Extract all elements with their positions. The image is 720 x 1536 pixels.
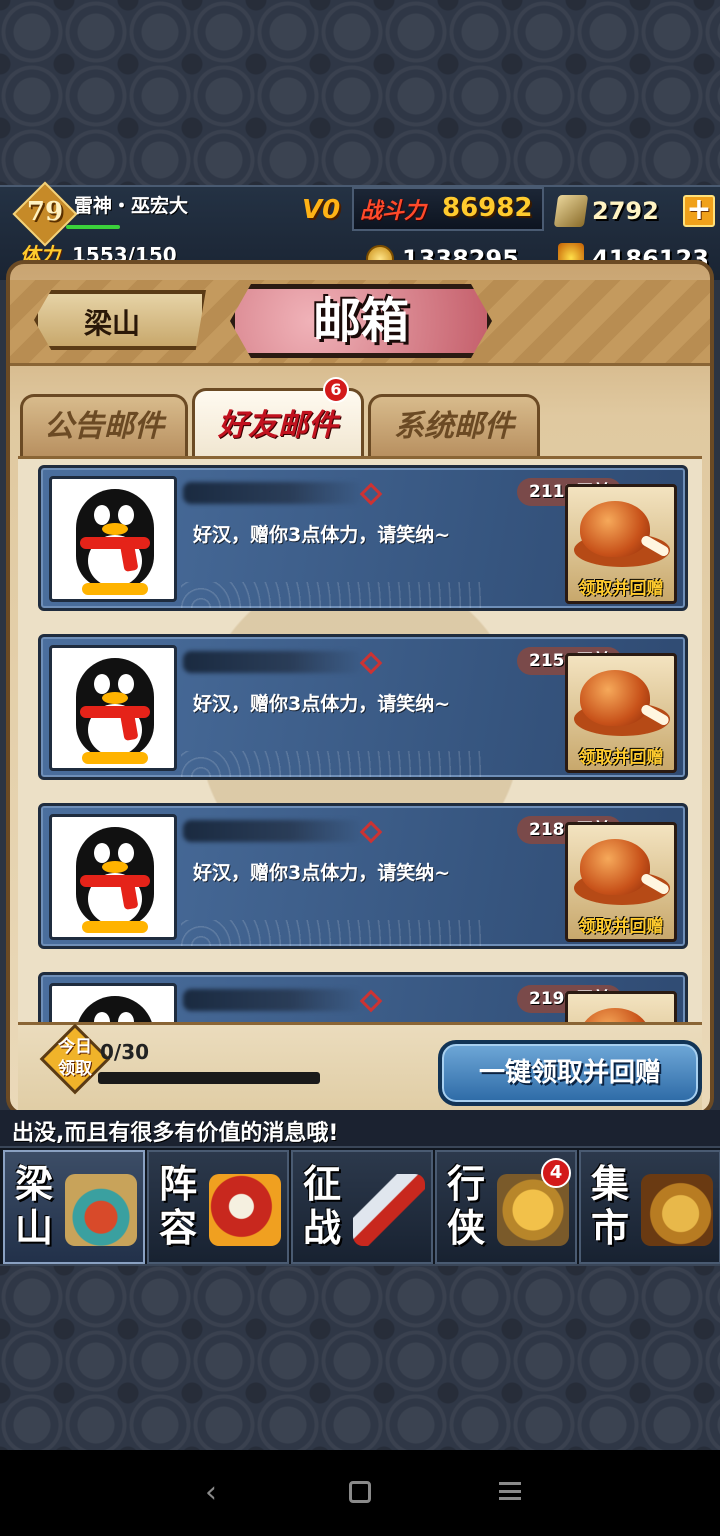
- mail-item[interactable]: 好汉，赠你3点体力，请笑纳~ 2115天前 领取并回赠: [38, 465, 688, 611]
- sword-icon: [353, 1174, 425, 1246]
- claim-all-button[interactable]: 一键领取并回赠: [438, 1040, 702, 1106]
- nav-adventure[interactable]: 行侠 4: [435, 1150, 577, 1264]
- system-back-icon[interactable]: ‹: [198, 1478, 224, 1508]
- system-menu-icon[interactable]: [499, 1482, 521, 1500]
- money-bag-icon: [641, 1174, 713, 1246]
- daily-claim-progress: [98, 1072, 320, 1084]
- back-button-label[interactable]: 梁山: [84, 302, 140, 342]
- nav-liangshan[interactable]: 梁山: [3, 1150, 145, 1264]
- page-title: 邮箱: [312, 293, 409, 349]
- meat-icon: [580, 1008, 650, 1022]
- combat-power-label: 战斗力: [360, 199, 427, 224]
- claim-and-return-button[interactable]: 领取并回赠: [565, 653, 677, 773]
- recharge-button[interactable]: +: [683, 195, 715, 227]
- nav-lineup[interactable]: 阵容: [147, 1150, 289, 1264]
- wave-decoration: [181, 751, 481, 777]
- player-name[interactable]: 雷神・巫宏大: [74, 191, 188, 218]
- gender-icon: [359, 651, 383, 675]
- meat-icon: [580, 501, 650, 557]
- castle-icon: [65, 1174, 137, 1246]
- mail-message: 好汉，赠你3点体力，请笑纳~: [193, 524, 451, 546]
- gem-count: 2792: [592, 197, 659, 225]
- meat-icon: [580, 839, 650, 895]
- nav-battle[interactable]: 征战: [291, 1150, 433, 1264]
- combat-power-panel: 战斗力 86982: [352, 187, 544, 231]
- claim-and-return-button[interactable]: [565, 991, 677, 1022]
- sender-name-redacted: [183, 482, 363, 504]
- tab-friend-mail[interactable]: 好友邮件 6: [192, 377, 364, 460]
- sender-avatar[interactable]: [49, 814, 177, 940]
- mail-list[interactable]: 好汉，赠你3点体力，请笑纳~ 2115天前 领取并回赠 好汉，赠你3点体力，请笑…: [18, 456, 702, 1022]
- mail-item[interactable]: 好汉，赠你3点体力，请笑纳~ 2186天前 领取并回赠: [38, 803, 688, 949]
- mail-item[interactable]: 好汉，赠你3点体力，请笑纳~ 2152天前 领取并回赠: [38, 634, 688, 780]
- sender-avatar[interactable]: [49, 476, 177, 602]
- nav-label: 行侠: [447, 1162, 486, 1250]
- tab-announcement-mail[interactable]: 公告邮件: [20, 394, 188, 456]
- sender-name-redacted: [183, 651, 363, 673]
- mail-message: 好汉，赠你3点体力，请笑纳~: [193, 862, 451, 884]
- gender-icon: [359, 989, 383, 1013]
- system-navigation-bar: ‹: [0, 1450, 720, 1536]
- wave-decoration: [181, 920, 481, 946]
- nav-label: 阵容: [159, 1162, 198, 1250]
- sender-name-redacted: [183, 989, 363, 1011]
- sender-avatar[interactable]: [49, 983, 177, 1022]
- meat-icon: [580, 670, 650, 726]
- scrolling-notice: 出没,而且有很多有价值的消息哦!: [0, 1110, 720, 1146]
- nav-market[interactable]: 集市: [579, 1150, 720, 1264]
- nav-label: 梁山: [15, 1162, 54, 1250]
- notice-text: 出没,而且有很多有价值的消息哦!: [12, 1121, 339, 1146]
- experience-bar: [66, 225, 120, 229]
- gender-icon: [359, 820, 383, 844]
- gem-icon: [553, 195, 589, 227]
- player-level: 79: [26, 197, 64, 227]
- background-pattern-bottom: [0, 1265, 720, 1450]
- mail-item[interactable]: 2192天前: [38, 972, 688, 1022]
- claim-all-label: 一键领取并回赠: [478, 1058, 661, 1088]
- unread-badge: 6: [323, 377, 349, 403]
- sender-name-redacted: [183, 820, 363, 842]
- mail-message: 好汉，赠你3点体力，请笑纳~: [193, 693, 451, 715]
- sender-avatar[interactable]: [49, 645, 177, 771]
- notification-badge: 4: [541, 1158, 571, 1188]
- penguin-icon: [76, 996, 154, 1022]
- banner-icon: [209, 1174, 281, 1246]
- daily-claim-count: 0/30: [100, 1040, 150, 1064]
- gender-icon: [359, 482, 383, 506]
- background-pattern-top: [0, 0, 720, 185]
- nav-label: 集市: [591, 1162, 630, 1250]
- system-home-icon[interactable]: [349, 1481, 371, 1503]
- tab-label: 公告邮件: [44, 409, 164, 444]
- combat-power-value: 86982: [442, 193, 533, 223]
- wave-decoration: [181, 582, 481, 608]
- tab-label: 系统邮件: [394, 409, 514, 444]
- vip-level[interactable]: V0: [302, 195, 340, 225]
- claim-and-return-label: 领取并回赠: [578, 579, 664, 599]
- claim-and-return-button[interactable]: 领取并回赠: [565, 484, 677, 604]
- claim-and-return-label: 领取并回赠: [578, 917, 664, 937]
- claim-and-return-label: 领取并回赠: [578, 748, 664, 768]
- daily-claim-label: 今日领取: [58, 1037, 92, 1079]
- nav-label: 征战: [303, 1162, 342, 1250]
- bottom-navigation: 梁山 阵容 征战 行侠 4 集市: [0, 1146, 720, 1266]
- claim-and-return-button[interactable]: 领取并回赠: [565, 822, 677, 942]
- tab-system-mail[interactable]: 系统邮件: [368, 394, 540, 456]
